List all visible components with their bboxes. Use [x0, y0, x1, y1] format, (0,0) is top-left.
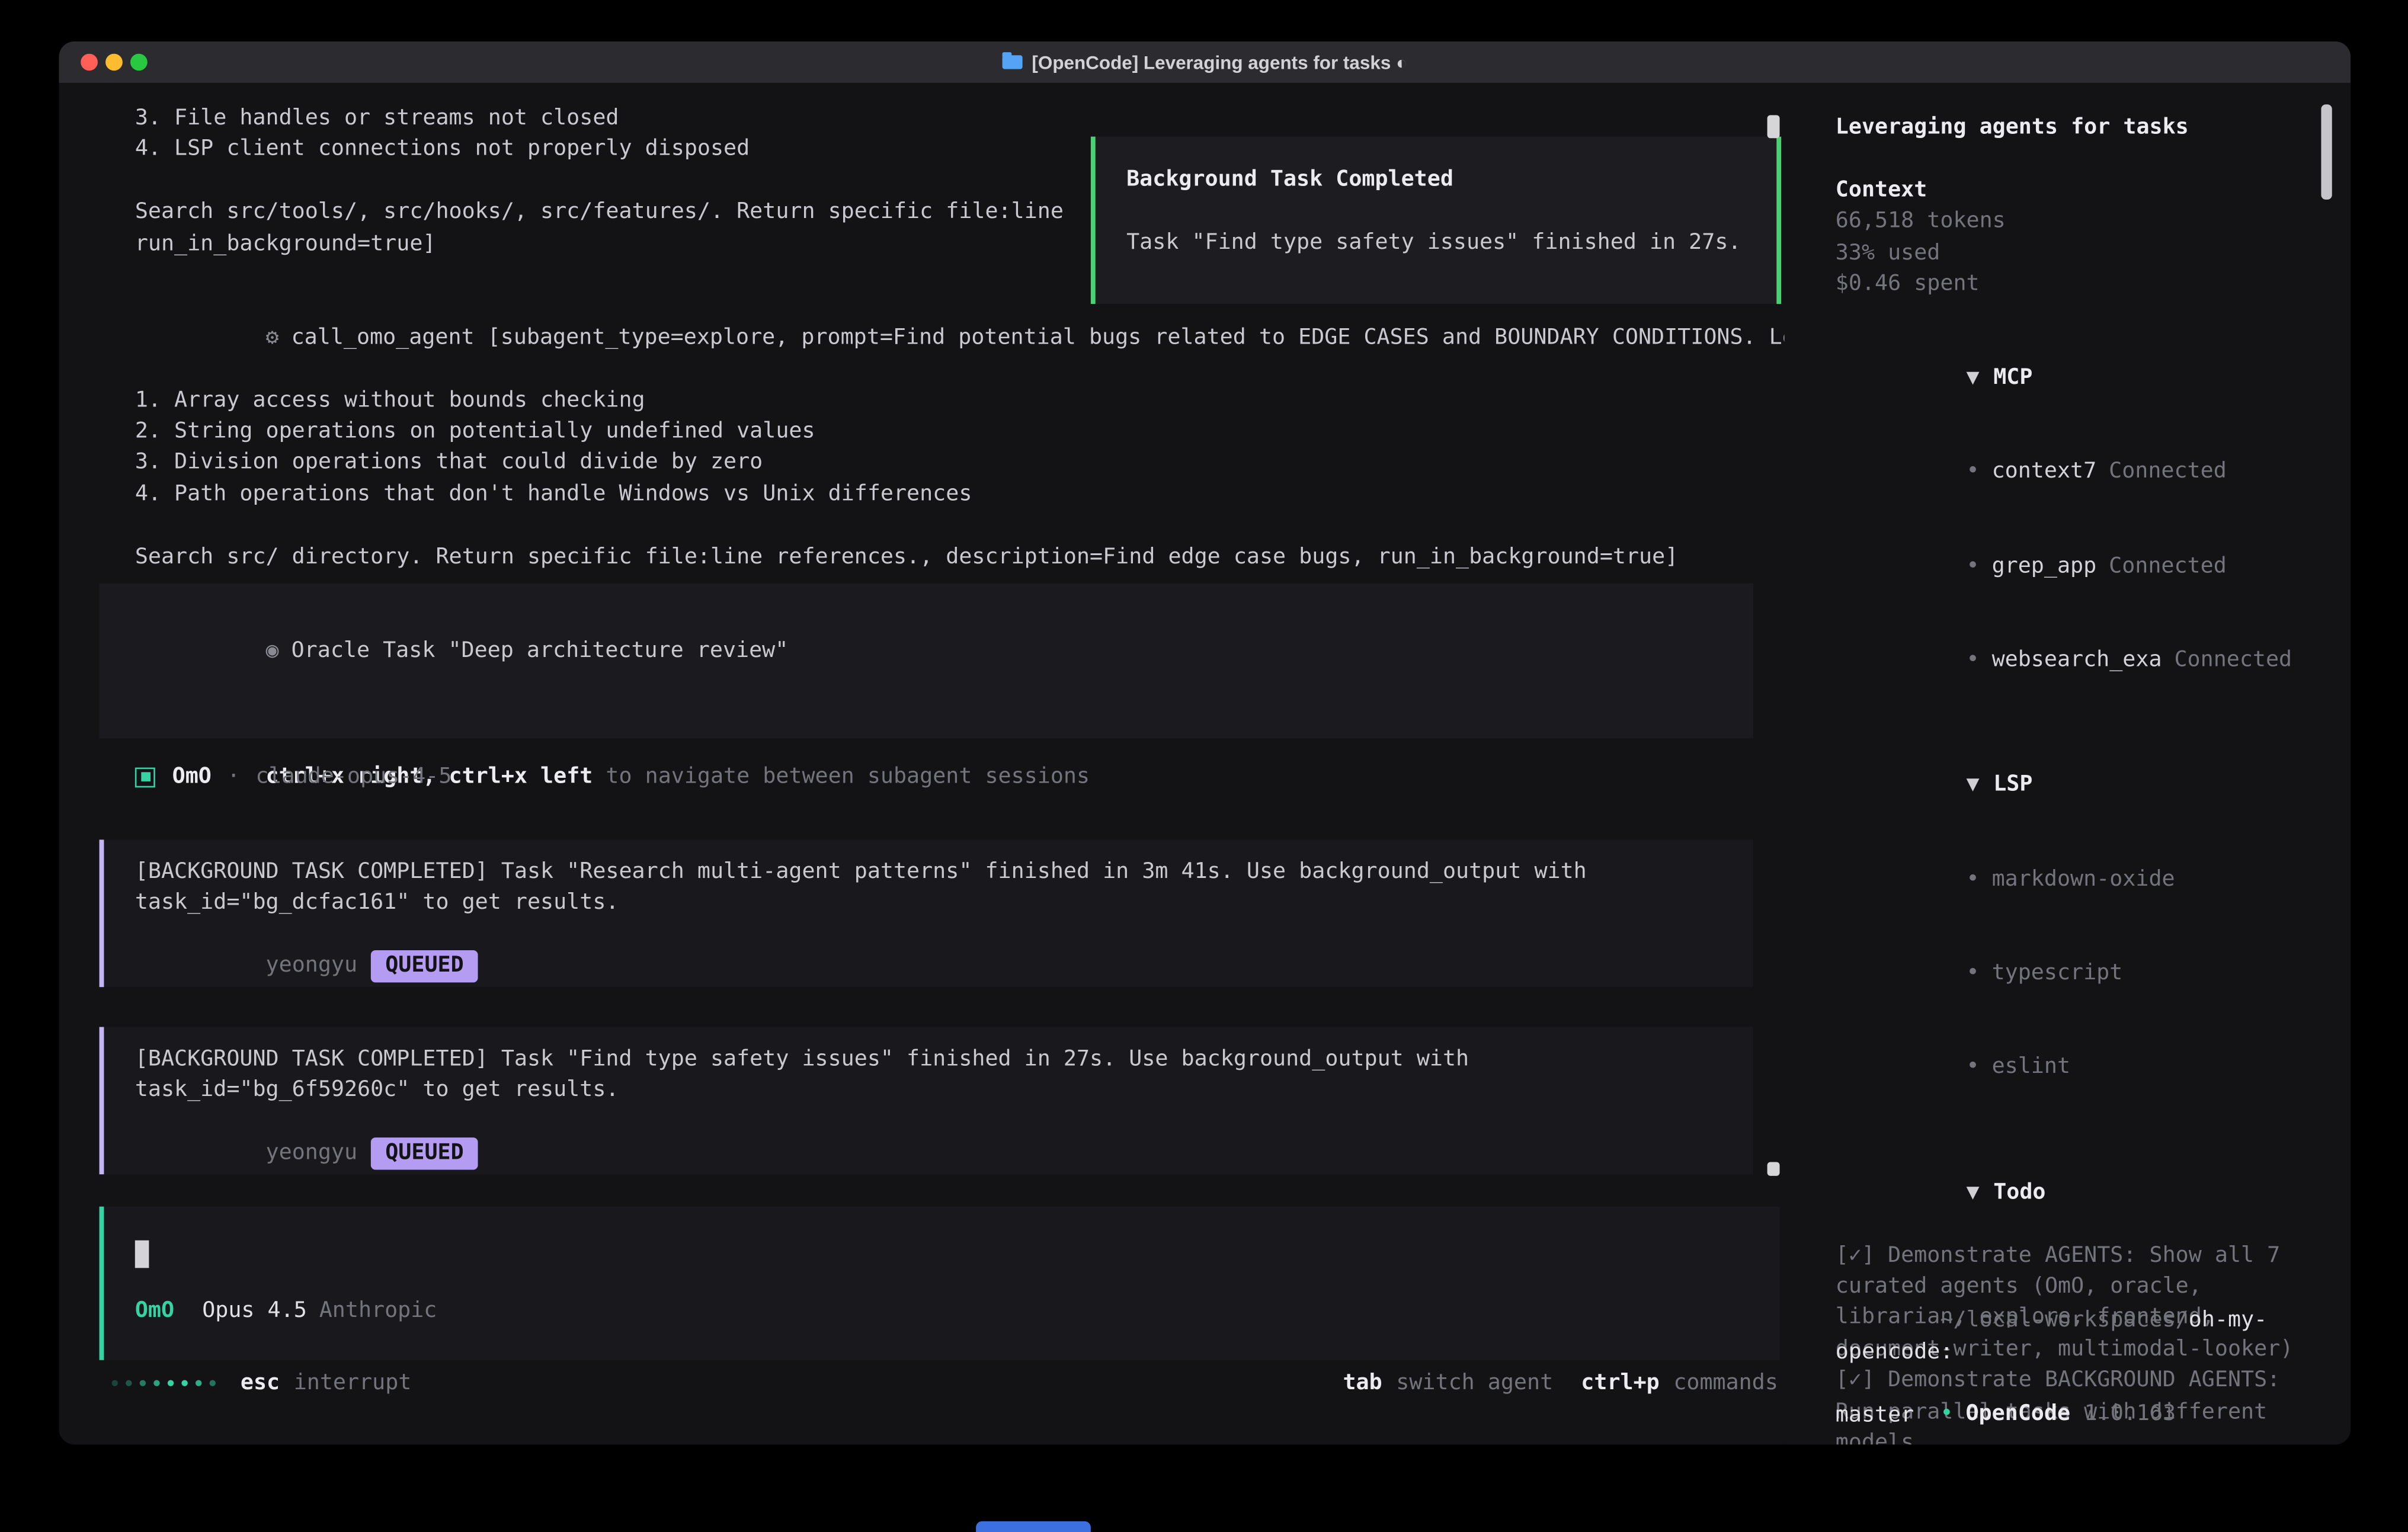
workspace-dir: ~/local-workspaces/ [1940, 1309, 2188, 1333]
toast-title: Background Task Completed [1126, 164, 1746, 195]
mcp-item: •context7Connected [1836, 425, 2326, 520]
app-name: OpenCode [1965, 1402, 2070, 1427]
message-line: [BACKGROUND TASK COMPLETED] Task "Find t… [135, 1044, 1722, 1075]
zoom-button[interactable] [130, 54, 148, 71]
app-version-footer: • OpenCode 1.0.163 [1836, 1368, 2176, 1445]
status-bar: esc interrupt tab switch agent ctrl+p co… [112, 1368, 1778, 1399]
message-line: task_id="bg_6f59260c" to get results. [135, 1075, 1722, 1107]
folder-icon [1003, 55, 1023, 69]
toast-body: Task "Find type safety issues" finished … [1126, 227, 1746, 258]
bullet-icon: • [1967, 1055, 1980, 1079]
context-section: Context 66,518 tokens 33% used $0.46 spe… [1836, 175, 2326, 300]
lsp-section: ▼LSP •markdown-oxide •typescript •eslint [1836, 739, 2326, 1115]
bullet-icon: • [1967, 867, 1980, 891]
sidebar-scrollbar-thumb[interactable] [2321, 104, 2332, 200]
chevron-down-icon: ▼ [1967, 773, 1980, 797]
dock-indicator [976, 1521, 1091, 1532]
background-task-message: [BACKGROUND TASK COMPLETED] Task "Resear… [100, 839, 1753, 987]
gear-icon: ⚙ [266, 325, 279, 350]
desktop: [OpenCode] Leveraging agents for tasks ◐… [0, 0, 2408, 1532]
tool-call-line: ⚙call_omo_agent [subagent_type=explore, … [135, 291, 1775, 385]
bullet-icon: • [1967, 460, 1980, 484]
tool-call-item: 4. Path operations that don't handle Win… [135, 479, 1775, 510]
terminal-window: [OpenCode] Leveraging agents for tasks ◐… [59, 41, 2351, 1444]
bullet-icon: • [1940, 1402, 1953, 1427]
lsp-item: •typescript [1836, 927, 2326, 1021]
mcp-section: ▼MCP •context7Connected •grep_appConnect… [1836, 331, 2326, 707]
oracle-task-panel: ◉Oracle Task "Deep architecture review" … [100, 584, 1753, 739]
close-button[interactable] [81, 54, 98, 71]
ctrlp-key-hint: ctrl+p [1581, 1368, 1659, 1399]
message-author: yeongyu [266, 954, 358, 978]
chevron-down-icon: ▼ [1967, 366, 1980, 390]
message-line: [BACKGROUND TASK COMPLETED] Task "Resear… [135, 857, 1722, 888]
context-used: 33% used [1836, 238, 2326, 269]
message-meta: yeongyu QUEUED [135, 919, 1722, 1014]
context-heading: Context [1836, 175, 2326, 206]
oracle-hint-text: to navigate between subagent sessions [593, 764, 1090, 789]
tool-call-item: 1. Array access without bounds checking [135, 384, 1775, 416]
bullet-icon: • [1967, 554, 1980, 578]
agent-header: OmO · claude-opus-4-5 [135, 761, 452, 793]
status-bar-right: tab switch agent ctrl+p commands [1343, 1368, 1778, 1399]
mcp-heading[interactable]: ▼MCP [1836, 331, 2326, 425]
tab-key-hint: tab [1343, 1368, 1382, 1399]
status-badge: QUEUED [372, 951, 478, 982]
mcp-item: •websearch_exaConnected [1836, 613, 2326, 707]
active-model: Opus 4.5 [202, 1295, 307, 1326]
app-version: 1.0.163 [2084, 1402, 2176, 1427]
sidebar: Leveraging agents for tasks Context 66,5… [1784, 83, 2351, 1444]
model-row: OmO Opus 4.5 Anthropic [135, 1295, 1749, 1326]
omo-agent-icon [135, 767, 155, 787]
session-title: Leveraging agents for tasks [1836, 112, 2326, 143]
agent-model: claude-opus-4-5 [255, 761, 451, 793]
tool-call-tail: Search src/ directory. Return specific f… [135, 541, 1775, 573]
fisheye-icon: ◉ [266, 639, 279, 664]
mcp-item: •grep_appConnected [1836, 519, 2326, 613]
separator-dot: · [227, 761, 240, 793]
status-badge: QUEUED [372, 1138, 478, 1169]
chevron-down-icon: ▼ [1967, 1180, 1980, 1204]
tool-call-text: call_omo_agent [subagent_type=explore, p… [292, 325, 1874, 350]
lsp-item: •eslint [1836, 1020, 2326, 1114]
chat-scrollbar-thumb[interactable] [1767, 115, 1780, 138]
lsp-item: •markdown-oxide [1836, 832, 2326, 927]
chat-area: 3. File handles or streams not closed 4.… [59, 83, 1785, 1444]
agent-name: OmO [172, 761, 212, 793]
background-task-toast: Background Task Completed Task "Find typ… [1091, 137, 1781, 304]
traffic-lights [81, 41, 148, 83]
message-meta: yeongyu QUEUED [135, 1107, 1722, 1201]
titlebar[interactable]: [OpenCode] Leveraging agents for tasks ◐ [59, 41, 2351, 83]
message-line: task_id="bg_dcfac161" to get results. [135, 888, 1722, 919]
lsp-heading[interactable]: ▼LSP [1836, 739, 2326, 833]
tool-call-item: 2. String operations on potentially unde… [135, 416, 1775, 447]
prompt-input[interactable]: OmO Opus 4.5 Anthropic [100, 1207, 1780, 1360]
chat-scrollbar-thumb[interactable] [1767, 1162, 1780, 1176]
message-author: yeongyu [266, 1141, 358, 1165]
window-title: [OpenCode] Leveraging agents for tasks ◐ [1003, 52, 1407, 73]
ctrlp-key-label: commands [1673, 1368, 1778, 1399]
oracle-task-title: Oracle Task "Deep architecture review" [292, 639, 789, 664]
text-cursor [135, 1241, 149, 1268]
context-spent: $0.46 spent [1836, 269, 2326, 300]
scrollback-line: 3. File handles or streams not closed [135, 103, 1775, 134]
bullet-icon: • [1967, 648, 1980, 672]
oracle-task-title-line: ◉ Oracle Task "Deep architecture review" [135, 605, 1753, 699]
esc-key-label: interrupt [294, 1368, 412, 1399]
active-agent: OmO [135, 1295, 174, 1326]
context-tokens: 66,518 tokens [1836, 206, 2326, 238]
window-title-text: [OpenCode] Leveraging agents for tasks ◐ [1032, 52, 1407, 73]
tool-call-item: 3. Division operations that could divide… [135, 447, 1775, 479]
background-task-message: [BACKGROUND TASK COMPLETED] Task "Find t… [100, 1027, 1753, 1175]
bullet-icon: • [1967, 961, 1980, 985]
minimize-button[interactable] [105, 54, 123, 71]
spinner-dots-icon [112, 1380, 216, 1386]
model-provider: Anthropic [319, 1295, 437, 1326]
tab-key-label: switch agent [1396, 1368, 1553, 1399]
todo-heading[interactable]: ▼Todo [1836, 1146, 2326, 1240]
esc-key-hint: esc [241, 1368, 280, 1399]
